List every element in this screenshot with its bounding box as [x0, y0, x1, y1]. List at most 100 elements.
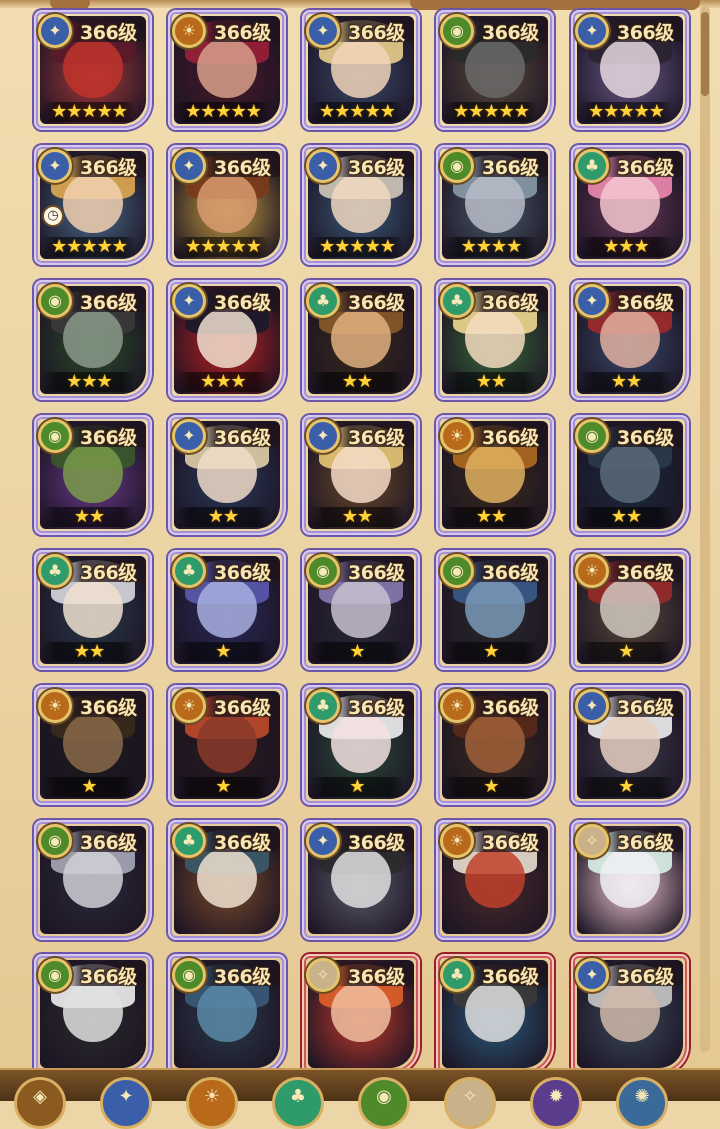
hero-card[interactable]: 366级 ✦ ★★★ [168, 280, 286, 400]
filter-lightbearer-button[interactable]: ✦ [100, 1077, 152, 1129]
graveborn-faction-icon: ◉ [38, 958, 72, 992]
hero-level: 366级 [80, 427, 137, 449]
hero-card[interactable]: 366级 ☀ ★ [34, 685, 152, 805]
graveborn-faction-icon: ◉ [38, 419, 72, 453]
hero-level: 366级 [617, 562, 674, 584]
star-icons: ★★★★★ [51, 101, 128, 122]
hero-card[interactable]: 366级 ◉ ★★★★★ [436, 10, 554, 130]
hero-card[interactable]: 366级 ✦ ★★★★★ [571, 10, 689, 130]
mauler-faction-icon: ☀ [440, 689, 474, 723]
hero-card[interactable]: 366级 ♣ [168, 820, 286, 940]
hero-card[interactable]: 366级 ✦ [302, 820, 420, 940]
hero-card[interactable]: 366级 ♣ ★ [168, 550, 286, 670]
filter-wilder-button[interactable]: ♣ [272, 1077, 324, 1129]
lightbearer-faction-icon: ✦ [306, 14, 340, 48]
hero-face [197, 981, 257, 1043]
star-rating: ★ [444, 777, 538, 797]
hero-card[interactable]: 366级 ♣ ★★ [302, 280, 420, 400]
hero-card[interactable]: 366级 ✦ ★★ [168, 415, 286, 535]
star-icons: ★★ [73, 641, 105, 662]
hero-card[interactable]: 366级 ◉ ★★★ [34, 280, 152, 400]
star-icons: ★ [81, 776, 97, 797]
star-rating: ★★ [42, 642, 136, 662]
hero-card[interactable]: 366级 ✦ ★★★★★ [302, 145, 420, 265]
hero-level: 366级 [348, 562, 405, 584]
filter-all-button[interactable]: ◈ [14, 1077, 66, 1129]
hero-card[interactable]: 366级 ☀ ★ [571, 550, 689, 670]
star-icons: ★★ [341, 506, 373, 527]
hero-card[interactable]: 366级 ♣ [436, 954, 554, 1074]
hero-card[interactable]: 366级 ✦ ★★★★★ [34, 10, 152, 130]
hero-card[interactable]: 366级 ◉ [34, 954, 152, 1074]
star-icons: ★★ [610, 506, 642, 527]
hero-face [63, 847, 123, 909]
hero-card[interactable]: 366级 ☀ ★★ [436, 415, 554, 535]
hero-card[interactable]: 366级 ✧ [571, 820, 689, 940]
star-icons: ★★ [207, 506, 239, 527]
hero-face [331, 847, 391, 909]
scrollbar-thumb[interactable] [701, 12, 709, 96]
scrollbar[interactable] [700, 6, 710, 1052]
hero-card[interactable]: 366级 ◉ ★ [302, 550, 420, 670]
hero-face [197, 442, 257, 504]
hero-card[interactable]: 366级 ✦ [571, 954, 689, 1074]
hero-card[interactable]: 366级 ◉ ★★ [34, 415, 152, 535]
star-rating: ★ [579, 777, 673, 797]
hero-level: 366级 [482, 427, 539, 449]
hero-level: 366级 [482, 832, 539, 854]
hero-face [600, 442, 660, 504]
hero-face [63, 712, 123, 774]
star-rating: ★ [310, 777, 404, 797]
hero-card[interactable]: 366级 ☀ ★★★★★ [168, 10, 286, 130]
hero-card[interactable]: 366级 ♣ ★★ [34, 550, 152, 670]
hero-face [600, 577, 660, 639]
hero-level: 366级 [214, 697, 271, 719]
wilder-faction-icon: ♣ [440, 284, 474, 318]
hero-card[interactable]: 366级 ◉ ★ [436, 550, 554, 670]
lightbearer-faction-icon: ✦ [38, 149, 72, 183]
hero-card[interactable]: 366级 ◉ ★★ [571, 415, 689, 535]
star-rating: ★★★★★ [310, 237, 404, 257]
lightbearer-faction-icon: ✦ [575, 958, 609, 992]
filter-hypogean-button[interactable]: ✹ [530, 1077, 582, 1129]
hero-card[interactable]: 366级 ✦ ★ [571, 685, 689, 805]
mauler-faction-icon: ☀ [38, 689, 72, 723]
hero-level: 366级 [348, 832, 405, 854]
hero-face [465, 442, 525, 504]
hero-card[interactable]: 366级 ✦ ★★★★★ [302, 10, 420, 130]
star-icons: ★★★★★ [588, 101, 665, 122]
hero-card[interactable]: 366级 ☀ ★ [168, 685, 286, 805]
hero-card[interactable]: 366级 ✦ ★★ [302, 415, 420, 535]
star-rating: ★★★★★ [444, 102, 538, 122]
hero-card[interactable]: 366级 ✦ ★★★★★ [168, 145, 286, 265]
hero-card[interactable]: 366级 ☀ [436, 820, 554, 940]
star-rating: ★ [310, 642, 404, 662]
hero-card[interactable]: 366级 ✦ ◷ ★★★★★ [34, 145, 152, 265]
hero-level: 366级 [348, 292, 405, 314]
hero-card[interactable]: 366级 ♣ ★ [302, 685, 420, 805]
hero-card[interactable]: 366级 ◉ [168, 954, 286, 1074]
filter-mauler-button[interactable]: ☀ [186, 1077, 238, 1129]
star-rating: ★★ [176, 507, 270, 527]
hero-card[interactable]: 366级 ◉ ★★★★ [436, 145, 554, 265]
star-icons: ★★★★★ [453, 101, 530, 122]
star-rating: ★ [176, 642, 270, 662]
hero-card[interactable]: 366级 ✧ [302, 954, 420, 1074]
filter-dimensional-button[interactable]: ✺ [616, 1077, 668, 1129]
hero-card[interactable]: 366级 ✦ ★★ [571, 280, 689, 400]
hero-level: 366级 [617, 966, 674, 988]
hero-card[interactable]: 366级 ♣ ★★ [436, 280, 554, 400]
star-rating: ★★ [310, 507, 404, 527]
hero-card[interactable]: 366级 ◉ [34, 820, 152, 940]
hero-level: 366级 [214, 562, 271, 584]
hero-card[interactable]: 366级 ☀ ★ [436, 685, 554, 805]
star-icons: ★ [618, 641, 634, 662]
hero-level: 366级 [617, 22, 674, 44]
filter-graveborn-button[interactable]: ◉ [358, 1077, 410, 1129]
lightbearer-faction-icon: ✦ [172, 284, 206, 318]
hero-face [465, 712, 525, 774]
mauler-faction-icon: ☀ [575, 554, 609, 588]
hero-card[interactable]: 366级 ♣ ★★★ [571, 145, 689, 265]
lightbearer-faction-icon: ✦ [306, 419, 340, 453]
filter-celestial-button[interactable]: ✧ [444, 1077, 496, 1129]
